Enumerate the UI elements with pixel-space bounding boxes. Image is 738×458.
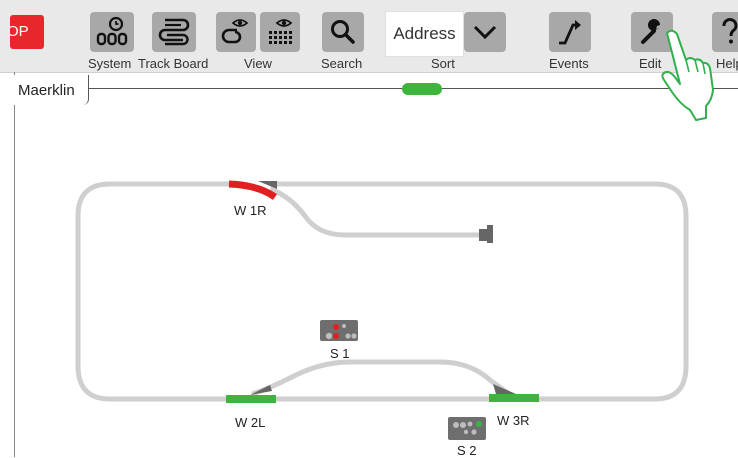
eye-keyboard-icon — [269, 19, 293, 44]
track-board-icon — [158, 18, 190, 46]
sort-select[interactable]: Address — [385, 11, 464, 57]
search-icon — [331, 20, 355, 44]
signal-s2-hit[interactable] — [446, 415, 488, 442]
system-icon — [96, 16, 128, 46]
turnout-w2l-label: W 2L — [235, 415, 266, 430]
search-label: Search — [321, 56, 363, 71]
turnout-w3r-label: W 3R — [497, 413, 530, 428]
search-button[interactable] — [322, 12, 364, 52]
sort-dropdown-button[interactable] — [464, 12, 506, 52]
turnout-w2l-hit[interactable] — [224, 384, 280, 406]
sort-label: Sort — [431, 56, 455, 71]
eye-track-icon — [221, 19, 249, 44]
wrench-icon — [641, 19, 660, 44]
tab-label: Maerklin — [18, 82, 75, 99]
track-board-button[interactable] — [152, 12, 196, 52]
events-icon — [559, 20, 581, 45]
stop-button[interactable]: OP — [10, 15, 44, 49]
stop-label: OP — [10, 23, 29, 40]
track-board-label: Track Board — [138, 56, 209, 71]
view-label: View — [244, 56, 272, 71]
help-button[interactable] — [712, 12, 738, 52]
signal-s1-hit[interactable] — [318, 318, 360, 343]
events-button[interactable] — [549, 12, 591, 52]
help-icon — [722, 18, 738, 44]
turnout-w1r-label: W 1R — [234, 203, 267, 218]
help-label: Help — [716, 56, 738, 71]
pane-drag-handle[interactable] — [402, 83, 442, 95]
system-label: System — [88, 56, 132, 71]
signal-s1-label: S 1 — [330, 346, 350, 361]
toolbar: OP System Track Board View Search Addres… — [0, 0, 738, 73]
system-button[interactable] — [90, 12, 134, 52]
turnout-w3r-hit[interactable] — [487, 383, 543, 405]
chevron-down-icon — [473, 25, 497, 40]
edit-label: Edit — [639, 56, 662, 71]
signal-s2-label: S 2 — [457, 443, 477, 458]
view-keyboard-button[interactable] — [260, 12, 300, 52]
events-label: Events — [549, 56, 589, 71]
turnout-w1r-hit[interactable] — [226, 176, 282, 198]
edit-button[interactable] — [631, 12, 673, 52]
layout-pane — [14, 72, 738, 457]
view-track-button[interactable] — [216, 12, 256, 52]
